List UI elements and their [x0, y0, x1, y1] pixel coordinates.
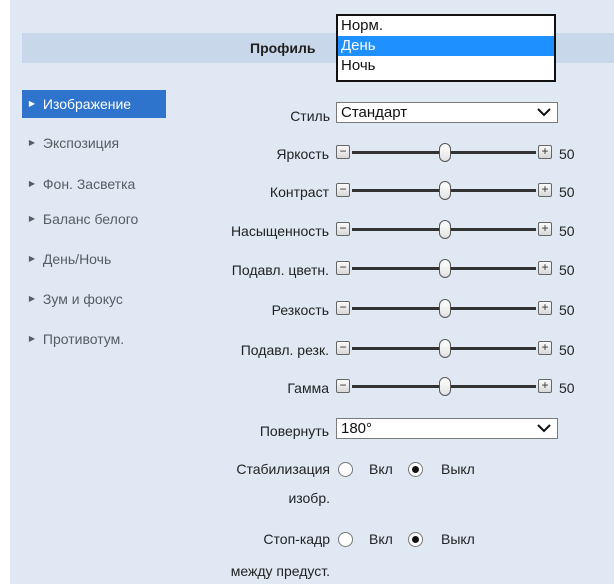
- slider-value: 50: [559, 223, 575, 239]
- sidebar-item-label: Фон. Засветка: [42, 176, 136, 192]
- slider-value: 50: [559, 262, 575, 278]
- style-label: Стиль: [290, 108, 330, 124]
- rotate-label: Повернуть: [259, 423, 329, 439]
- slider-label: Гамма: [287, 380, 329, 396]
- increase-button[interactable]: +: [538, 341, 552, 355]
- slider-value: 50: [559, 184, 575, 200]
- stabilization-on-radio[interactable]: [338, 462, 353, 477]
- increase-button[interactable]: +: [538, 379, 552, 393]
- contrast-slider[interactable]: − +: [336, 181, 552, 201]
- slider-label: Подавл. цветн.: [231, 262, 329, 278]
- sidebar-item-label: Баланс белого: [42, 211, 139, 227]
- triangle-right-icon: ▶: [28, 334, 36, 344]
- slider-value: 50: [559, 380, 575, 396]
- stabilization-label-line2: изобр.: [288, 490, 330, 506]
- profile-option-night[interactable]: Ночь: [338, 56, 554, 76]
- increase-button[interactable]: +: [538, 222, 552, 236]
- decrease-button[interactable]: −: [336, 379, 350, 393]
- stabilization-off-label: Выкл: [441, 461, 475, 477]
- slider-thumb[interactable]: [439, 181, 451, 200]
- sharpness-slider[interactable]: − +: [336, 299, 552, 319]
- profile-label: Профиль: [250, 40, 316, 56]
- slider-value: 50: [559, 146, 575, 162]
- slider-label: Подавл. резк.: [240, 342, 329, 358]
- triangle-right-icon: ▶: [28, 214, 36, 224]
- chevron-down-icon: [537, 424, 551, 433]
- sidebar-item-white-balance[interactable]: ▶ Баланс белого: [22, 205, 166, 233]
- saturation-slider[interactable]: − +: [336, 220, 552, 240]
- stabilization-on-label: Вкл: [369, 461, 393, 477]
- freeze-off-label: Выкл: [441, 531, 475, 547]
- decrease-button[interactable]: −: [336, 301, 350, 315]
- decrease-button[interactable]: −: [336, 341, 350, 355]
- freeze-label-line2: между предуст.: [230, 563, 330, 579]
- stabilization-off-radio[interactable]: [408, 462, 423, 477]
- slider-value: 50: [559, 302, 575, 318]
- sidebar-item-label: Экспозиция: [42, 135, 120, 151]
- sharpness-suppression-slider[interactable]: − +: [336, 339, 552, 359]
- rotate-select-value: 180°: [341, 420, 373, 437]
- sidebar-item-image[interactable]: ▶ Изображение: [22, 90, 166, 118]
- triangle-right-icon: ▶: [28, 138, 36, 148]
- sidebar-item-zoom-focus[interactable]: ▶ Зум и фокус: [22, 285, 166, 313]
- decrease-button[interactable]: −: [336, 222, 350, 236]
- sidebar-item-label: Изображение: [42, 96, 132, 112]
- slider-thumb[interactable]: [439, 377, 451, 396]
- profile-dropdown-list[interactable]: Норм. День Ночь: [336, 14, 556, 82]
- sidebar-item-label: Зум и фокус: [42, 291, 123, 307]
- sidebar-item-exposure[interactable]: ▶ Экспозиция: [22, 129, 166, 157]
- sidebar-item-backlight[interactable]: ▶ Фон. Засветка: [22, 170, 166, 198]
- triangle-right-icon: ▶: [28, 179, 36, 189]
- slider-thumb[interactable]: [439, 259, 451, 278]
- gamma-slider[interactable]: − +: [336, 377, 552, 397]
- profile-option-normal[interactable]: Норм.: [338, 16, 554, 36]
- freeze-label: Стоп-кадр: [263, 531, 330, 547]
- chevron-down-icon: [537, 108, 551, 117]
- freeze-on-radio[interactable]: [338, 532, 353, 547]
- sidebar-item-label: Противотум.: [42, 331, 125, 347]
- slider-thumb[interactable]: [439, 143, 451, 162]
- triangle-right-icon: ▶: [28, 294, 36, 304]
- slider-label: Контраст: [269, 184, 329, 200]
- slider-thumb[interactable]: [439, 339, 451, 358]
- style-select[interactable]: Стандарт: [336, 102, 558, 123]
- style-select-value: Стандарт: [341, 104, 408, 121]
- sidebar-item-label: День/Ночь: [42, 251, 112, 267]
- slider-label: Яркость: [276, 146, 329, 162]
- triangle-right-icon: ▶: [28, 254, 36, 264]
- decrease-button[interactable]: −: [336, 261, 350, 275]
- brightness-slider[interactable]: − +: [336, 143, 552, 163]
- sidebar-item-day-night[interactable]: ▶ День/Ночь: [22, 245, 166, 273]
- profile-option-day[interactable]: День: [338, 36, 554, 56]
- decrease-button[interactable]: −: [336, 183, 350, 197]
- rotate-select[interactable]: 180°: [336, 418, 558, 439]
- slider-label: Резкость: [271, 302, 329, 318]
- slider-thumb[interactable]: [439, 220, 451, 239]
- freeze-off-radio[interactable]: [408, 532, 423, 547]
- sidebar-item-defog[interactable]: ▶ Противотум.: [22, 325, 166, 353]
- increase-button[interactable]: +: [538, 261, 552, 275]
- decrease-button[interactable]: −: [336, 145, 350, 159]
- slider-thumb[interactable]: [439, 299, 451, 318]
- stabilization-label: Стабилизация: [236, 461, 330, 477]
- color-suppression-slider[interactable]: − +: [336, 259, 552, 279]
- increase-button[interactable]: +: [538, 183, 552, 197]
- triangle-right-icon: ▶: [28, 99, 36, 109]
- slider-label: Насыщенность: [230, 223, 329, 239]
- slider-value: 50: [559, 342, 575, 358]
- freeze-on-label: Вкл: [369, 531, 393, 547]
- increase-button[interactable]: +: [538, 301, 552, 315]
- increase-button[interactable]: +: [538, 145, 552, 159]
